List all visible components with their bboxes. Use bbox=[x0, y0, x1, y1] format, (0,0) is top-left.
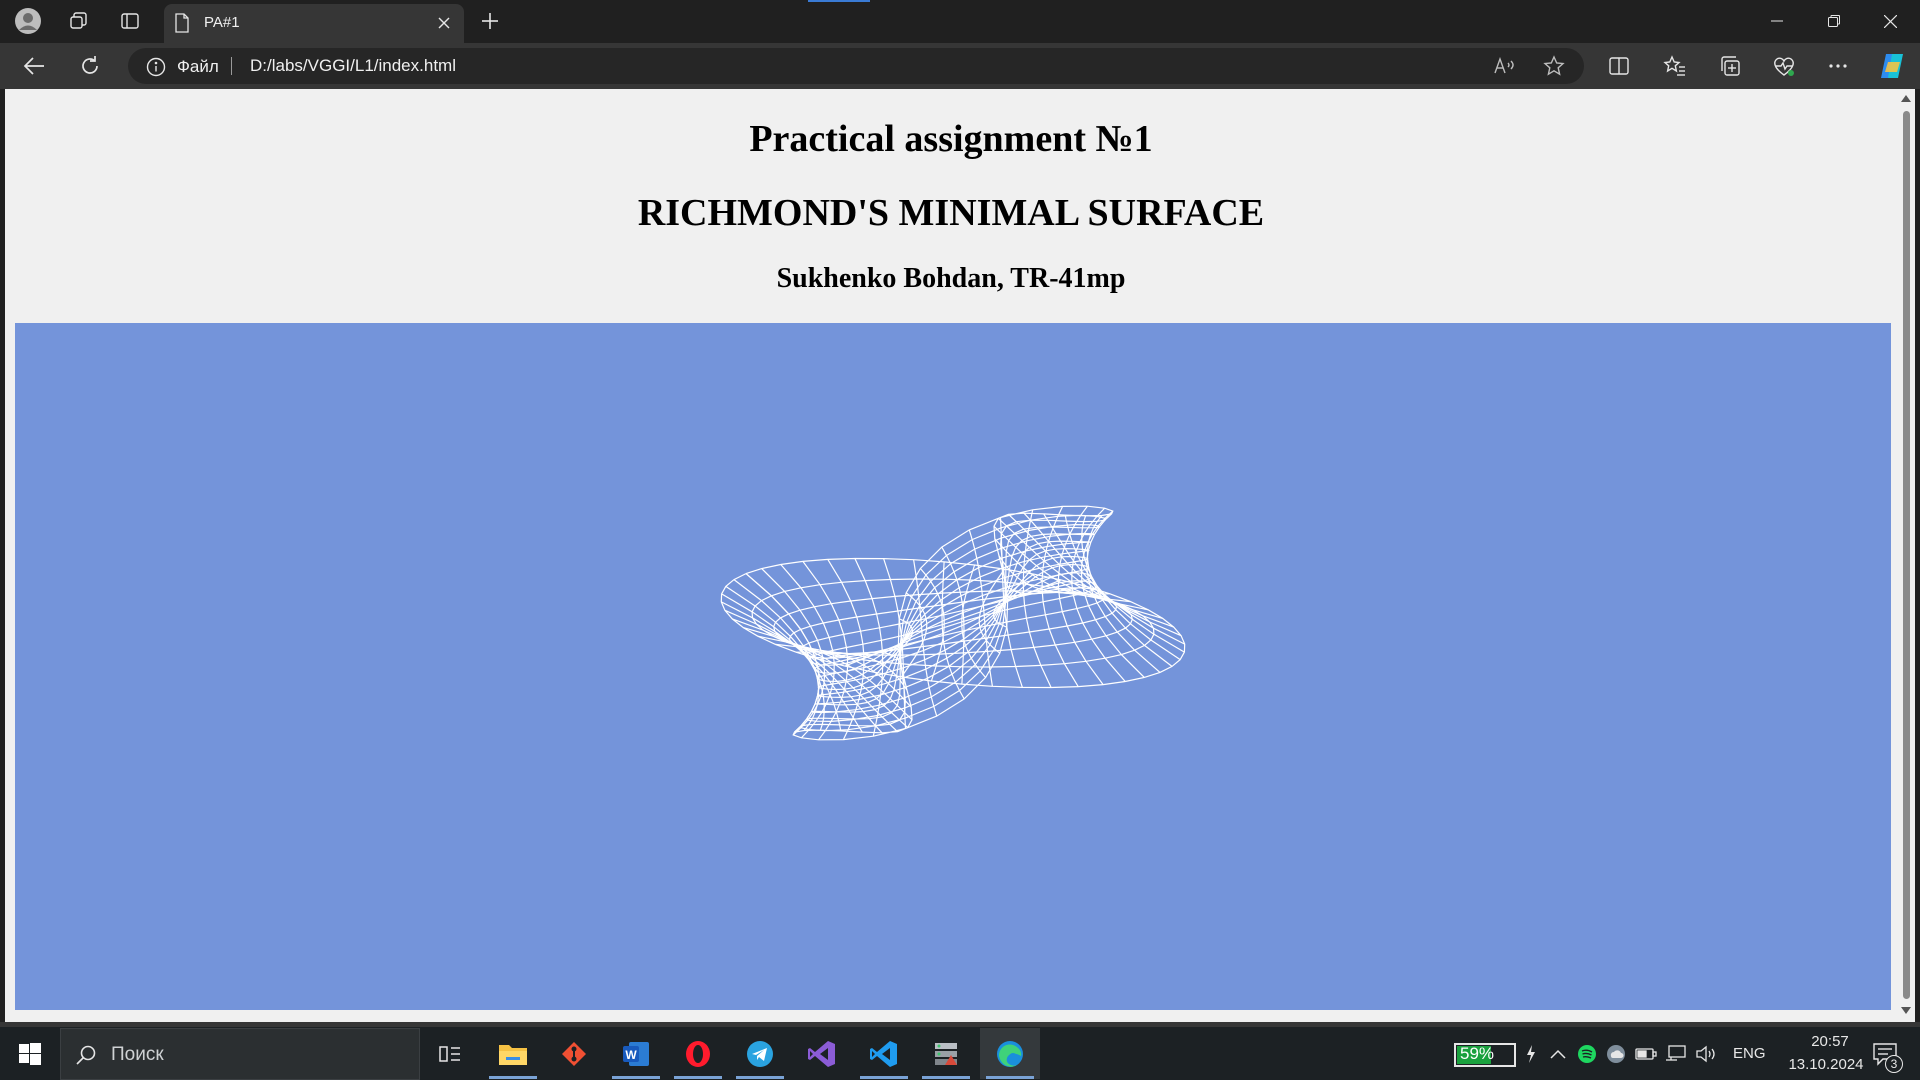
search-placeholder: Поиск bbox=[111, 1044, 164, 1065]
clock-time[interactable]: 20:57 bbox=[1790, 1033, 1870, 1050]
visual-studio-icon[interactable] bbox=[792, 1028, 852, 1079]
wireframe-ring-line bbox=[811, 532, 1095, 714]
volume-icon[interactable] bbox=[1694, 1042, 1718, 1066]
taskbar-search-box[interactable]: Поиск bbox=[60, 1028, 420, 1080]
minimize-icon[interactable] bbox=[1748, 0, 1805, 42]
document-icon bbox=[174, 13, 190, 38]
info-circle-icon[interactable] bbox=[146, 57, 166, 82]
new-tab-plus-icon[interactable] bbox=[474, 6, 506, 36]
vertical-tabs-icon[interactable] bbox=[114, 6, 146, 36]
svg-text:W: W bbox=[625, 1048, 637, 1062]
tab-pa1[interactable]: PA#1 bbox=[164, 4, 464, 43]
microsoft-word-icon[interactable]: W bbox=[606, 1028, 666, 1079]
browser-toolbar: Файл D:/labs/VGGI/L1/index.html bbox=[0, 43, 1920, 89]
vscode-icon[interactable] bbox=[854, 1028, 914, 1079]
wireframe-ring-line bbox=[720, 557, 1186, 689]
input-language[interactable]: ENG bbox=[1733, 1045, 1766, 1062]
page-viewport: Practical assignment №1 RICHMOND'S MINIM… bbox=[5, 89, 1897, 1022]
profile-avatar-icon[interactable] bbox=[12, 6, 44, 36]
address-separator bbox=[231, 57, 232, 75]
battery-percent: 59% bbox=[1460, 1044, 1495, 1063]
wireframe-ring-line bbox=[806, 523, 1101, 723]
scrollbar-thumb[interactable] bbox=[1903, 111, 1910, 999]
address-url[interactable]: D:/labs/VGGI/L1/index.html bbox=[250, 56, 456, 76]
clock-date[interactable]: 13.10.2024 bbox=[1776, 1056, 1876, 1073]
refresh-icon[interactable] bbox=[74, 50, 106, 82]
battery-charge-icon[interactable] bbox=[1519, 1042, 1543, 1066]
browser-titlebar: PA#1 bbox=[0, 0, 1920, 43]
tab-drag-indicator bbox=[808, 0, 870, 2]
scroll-up-arrow-icon[interactable] bbox=[1901, 95, 1911, 102]
webgl-canvas[interactable] bbox=[15, 323, 1891, 1010]
telegram-icon[interactable] bbox=[730, 1028, 790, 1079]
copilot-icon[interactable] bbox=[1876, 50, 1908, 82]
close-window-icon[interactable] bbox=[1862, 0, 1919, 42]
running-indicator bbox=[489, 1076, 537, 1079]
search-icon bbox=[75, 1044, 97, 1071]
more-options-icon[interactable] bbox=[1822, 50, 1854, 82]
scroll-down-arrow-icon[interactable] bbox=[1901, 1007, 1911, 1014]
start-button-windows-icon[interactable] bbox=[8, 1033, 52, 1075]
favorites-icon[interactable] bbox=[1659, 50, 1691, 82]
address-scheme-label[interactable]: Файл bbox=[177, 57, 219, 77]
network-icon[interactable] bbox=[1664, 1042, 1688, 1066]
cloud-sync-icon[interactable] bbox=[1604, 1042, 1628, 1066]
microsoft-edge-icon[interactable] bbox=[980, 1028, 1040, 1079]
spotify-icon[interactable] bbox=[1575, 1042, 1599, 1066]
address-bar[interactable]: Файл D:/labs/VGGI/L1/index.html bbox=[128, 48, 1584, 84]
page-subtitle: RICHMOND'S MINIMAL SURFACE bbox=[637, 192, 1265, 234]
server-app-icon[interactable] bbox=[916, 1028, 976, 1079]
tab-title: PA#1 bbox=[204, 14, 240, 31]
running-indicator bbox=[612, 1076, 660, 1079]
tab-close-icon[interactable] bbox=[432, 11, 456, 35]
wireframe-ring-line bbox=[788, 591, 1118, 655]
wireframe-ring-line bbox=[800, 514, 1106, 732]
running-indicator bbox=[674, 1076, 722, 1079]
read-aloud-icon[interactable] bbox=[1488, 50, 1520, 82]
wireframe-radial-line bbox=[721, 601, 863, 733]
opera-browser-icon[interactable] bbox=[668, 1028, 728, 1079]
split-screen-icon[interactable] bbox=[1603, 50, 1635, 82]
browser-essentials-icon[interactable] bbox=[1768, 50, 1800, 82]
vertical-scrollbar[interactable] bbox=[1897, 89, 1915, 1022]
running-indicator bbox=[860, 1076, 908, 1079]
file-explorer-icon[interactable] bbox=[483, 1028, 543, 1079]
show-hidden-icons-chevron-icon[interactable] bbox=[1546, 1042, 1570, 1066]
wireframe-ring-line bbox=[813, 572, 1093, 674]
running-indicator bbox=[736, 1076, 784, 1079]
favorite-star-icon[interactable] bbox=[1538, 50, 1570, 82]
page-author: Sukhenko Bohdan, TR-41mp bbox=[776, 263, 1126, 294]
git-extensions-icon[interactable] bbox=[544, 1028, 604, 1079]
windows-taskbar: Поиск W 59% ENG 20:57 13.10.2024 3 bbox=[0, 1027, 1920, 1080]
power-battery-icon[interactable] bbox=[1634, 1042, 1658, 1066]
restore-icon[interactable] bbox=[1805, 0, 1862, 42]
wireframe-ring-line bbox=[808, 580, 1098, 666]
page-title: Practical assignment №1 bbox=[749, 118, 1153, 160]
task-view-icon[interactable] bbox=[420, 1028, 480, 1079]
wireframe-radial-line bbox=[1043, 513, 1185, 645]
running-indicator bbox=[986, 1076, 1034, 1079]
workspaces-icon[interactable] bbox=[62, 6, 94, 36]
notification-count-badge: 3 bbox=[1885, 1055, 1903, 1073]
collections-icon[interactable] bbox=[1714, 50, 1746, 82]
back-arrow-icon[interactable] bbox=[18, 50, 50, 82]
running-indicator bbox=[922, 1076, 970, 1079]
richmond-surface-wireframe[interactable] bbox=[15, 323, 1891, 1010]
